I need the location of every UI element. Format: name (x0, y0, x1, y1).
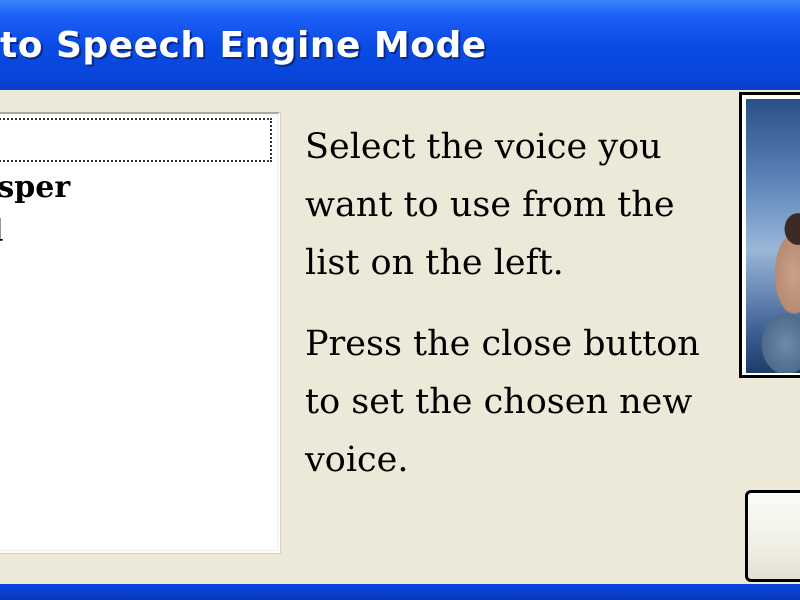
close-button[interactable] (745, 490, 800, 582)
voice-list-item[interactable]: isper (0, 170, 272, 214)
window-title: to Speech Engine Mode (0, 25, 487, 66)
instructions-paragraph-close: Press the close button to set the chosen… (305, 324, 700, 480)
instructions-text: Select the voice you want to use from th… (305, 118, 735, 512)
voice-list-item-label: l (0, 214, 3, 249)
voice-character-preview (739, 92, 800, 378)
title-bar[interactable]: to Speech Engine Mode (0, 0, 800, 90)
voice-list-item[interactable] (0, 118, 272, 162)
character-portrait-image (746, 99, 800, 373)
instructions-paragraph-select: Select the voice you want to use from th… (305, 127, 675, 283)
voice-listbox[interactable]: isper l (0, 112, 280, 553)
window-bottom-border (0, 584, 800, 600)
voice-list-item-label: isper (0, 170, 71, 205)
voice-list-item[interactable]: l (0, 214, 272, 258)
